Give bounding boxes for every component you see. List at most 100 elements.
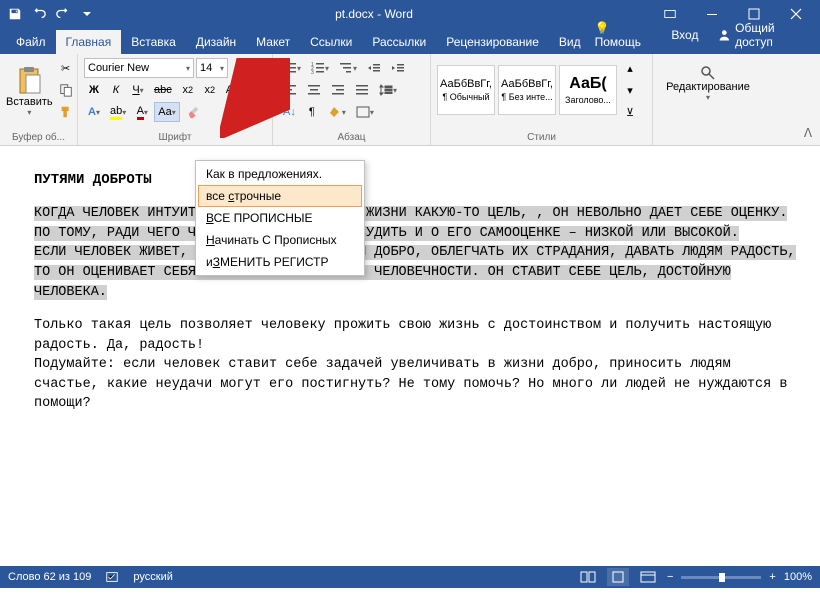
menu-sentence-case[interactable]: Как в предложениях. [198,163,362,185]
save-icon[interactable] [4,3,26,25]
italic-icon[interactable]: К [106,80,126,100]
zoom-in-icon[interactable]: + [769,571,775,583]
zoom-out-icon[interactable]: − [667,571,673,583]
styles-more-icon[interactable]: ⊻ [620,102,640,122]
tell-me-label: Помощь [595,35,641,49]
tab-mailings[interactable]: Рассылки [362,30,436,54]
clear-formatting-icon[interactable] [182,102,204,122]
tell-me[interactable]: 💡 Помощь [591,16,658,54]
style-preview: АаБбВвГг, [501,78,553,90]
group-editing: Редактирование ▾ [653,54,763,145]
share-button[interactable]: Общий доступ [712,18,814,52]
share-label: Общий доступ [735,21,808,49]
doc-paragraph: Только такая цель позволяет человеку про… [34,316,800,355]
styles-group-label: Стили [437,130,646,143]
show-marks-icon[interactable]: ¶ [302,102,322,122]
bullets-icon[interactable]: ▾ [279,58,305,78]
word-count[interactable]: Слово 62 из 109 [8,571,91,583]
zoom-level[interactable]: 100% [784,571,812,583]
tab-references[interactable]: Ссылки [300,30,362,54]
copy-icon[interactable] [55,80,77,100]
borders-icon[interactable]: ▾ [352,102,378,122]
align-right-icon[interactable] [327,80,349,100]
quick-access-toolbar [4,3,98,25]
subscript-icon[interactable]: x2 [178,80,198,100]
window-title: pt.docx - Word [98,7,650,21]
style-preview: АаБ( [569,75,606,93]
person-icon [718,28,731,42]
redo-icon[interactable] [52,3,74,25]
styles-down-icon[interactable]: ▾ [620,80,640,100]
tab-home[interactable]: Главная [56,30,122,54]
menu-toggle-case[interactable]: иЗМЕНИТЬ РЕГИСТР [198,251,362,273]
web-layout-icon[interactable] [637,568,659,586]
tab-file[interactable]: Файл [6,30,56,54]
decrease-indent-icon[interactable] [363,58,385,78]
zoom-thumb[interactable] [719,573,725,582]
styles-up-icon[interactable]: ▴ [620,58,640,78]
justify-icon[interactable] [351,80,373,100]
style-nospacing-label: ¶ Без инте... [501,92,552,102]
format-painter-icon[interactable] [55,102,77,122]
tab-view[interactable]: Вид [549,30,591,54]
paste-label: Вставить [6,96,53,108]
superscript-icon[interactable]: x2 [200,80,220,100]
shading-icon[interactable]: ▾ [324,102,350,122]
clipboard-icon [16,66,42,96]
language[interactable]: русский [133,571,172,583]
align-left-icon[interactable] [279,80,301,100]
document-area[interactable]: ПУТЯМИ ДОБРОТЫ КОГДА ЧЕЛОВЕК ИНТУИТИВНО … [0,146,820,566]
cut-icon[interactable]: ✂ [55,58,77,78]
underline-icon[interactable]: Ч▾ [128,80,148,100]
increase-indent-icon[interactable] [387,58,409,78]
find-icon [700,65,716,81]
collapse-ribbon-icon[interactable]: ᐱ [800,125,816,141]
zoom-slider[interactable] [681,576,761,579]
proofing-icon[interactable] [105,570,119,584]
menu-lowercase[interactable]: все строчные [198,185,362,207]
ribbon: Вставить ▾ ✂ Буфер об... Courier New▾ 14… [0,54,820,146]
line-spacing-icon[interactable]: ▾ [375,80,401,100]
font-color-icon[interactable]: A▾ [132,102,152,122]
align-center-icon[interactable] [303,80,325,100]
menu-capitalize[interactable]: Начинать С Прописных [198,229,362,251]
style-normal-label: ¶ Обычный [442,92,489,102]
text-effects-icon[interactable]: A▾ [84,102,104,122]
group-styles: АаБбВвГг, ¶ Обычный АаБбВвГг, ¶ Без инте… [431,54,653,145]
signin[interactable]: Вход [667,23,702,47]
highlight-icon[interactable]: ab▾ [106,102,130,122]
font-name-select[interactable]: Courier New▾ [84,58,194,78]
font-size-value: 14 [200,62,212,74]
style-preview: АаБбВвГг, [440,78,492,90]
undo-icon[interactable] [28,3,50,25]
qat-customize-icon[interactable] [76,3,98,25]
font-name-value: Courier New [88,62,149,74]
print-layout-icon[interactable] [607,568,629,586]
sort-icon[interactable]: A↓ [279,102,300,122]
clipboard-group-label: Буфер об... [6,130,71,143]
numbering-icon[interactable]: 123▾ [307,58,333,78]
menu-uppercase[interactable]: ВСЕ ПРОПИСНЫЕ [198,207,362,229]
shrink-font-icon[interactable]: A▾ [222,80,242,100]
style-nospacing[interactable]: АаБбВвГг, ¶ Без инте... [498,65,556,115]
multilevel-icon[interactable]: ▾ [335,58,361,78]
style-normal[interactable]: АаБбВвГг, ¶ Обычный [437,65,495,115]
tab-insert[interactable]: Вставка [121,30,186,54]
strike-icon[interactable]: abc [150,80,176,100]
style-heading1[interactable]: АаБ( Заголово... [559,65,617,115]
editing-button[interactable]: Редактирование ▾ [659,58,757,108]
chevron-down-icon: ▾ [27,108,31,117]
change-case-button[interactable]: Aa▾ [154,102,179,122]
paragraph-group-label: Абзац [279,130,424,143]
tab-design[interactable]: Дизайн [186,30,246,54]
paste-button[interactable]: Вставить ▾ [6,58,53,124]
grow-font-icon[interactable]: A▴ [230,58,250,78]
read-mode-icon[interactable] [577,568,599,586]
font-size-select[interactable]: 14▾ [196,58,228,78]
tab-review[interactable]: Рецензирование [436,30,549,54]
ribbon-tabs: Файл Главная Вставка Дизайн Макет Ссылки… [0,28,820,54]
doc-paragraph: ЕСЛИ ЧЕЛОВЕК ЖИВЕТ, ЧТОБЫ ПРИНОСИТЬ ЛЮДЯ… [34,243,800,302]
tab-layout[interactable]: Макет [246,30,300,54]
svg-text:3: 3 [311,70,314,74]
bold-icon[interactable]: Ж [84,80,104,100]
